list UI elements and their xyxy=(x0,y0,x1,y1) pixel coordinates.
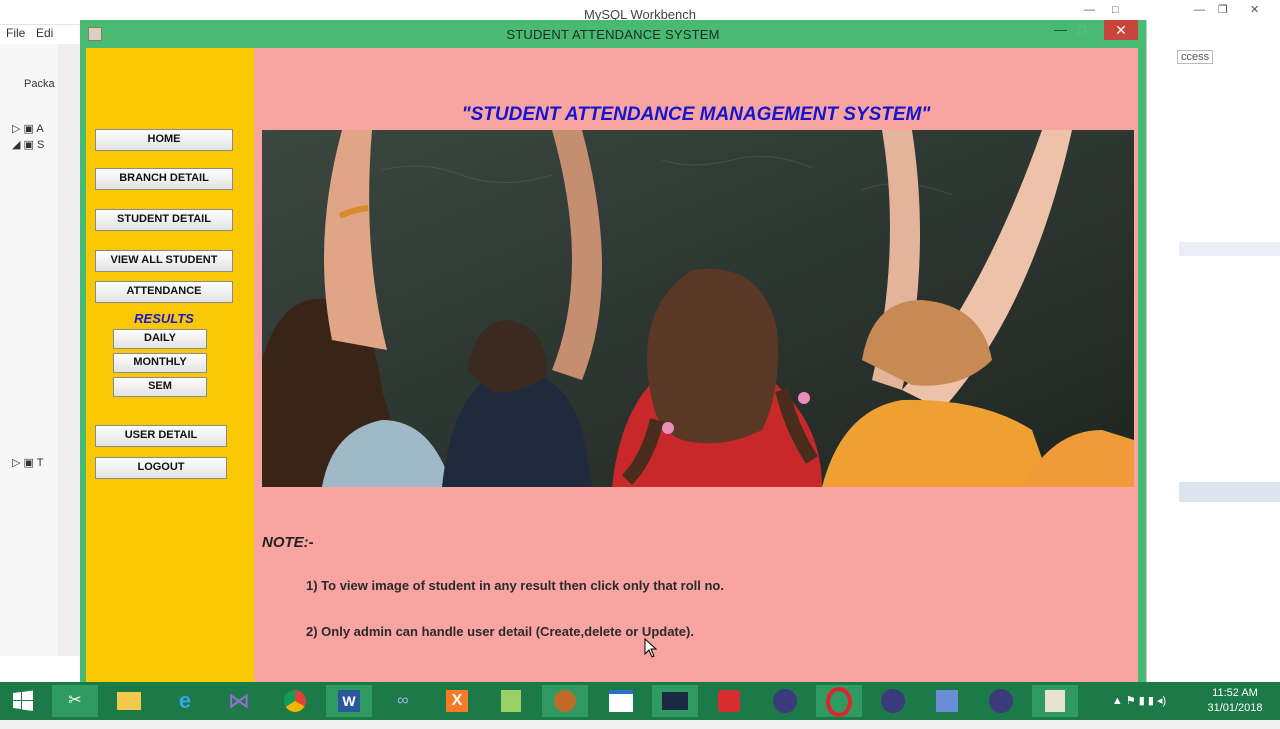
clock-date: 31/01/2018 xyxy=(1207,702,1263,714)
opera-icon[interactable] xyxy=(816,685,862,717)
package-explorer-label[interactable]: Packa xyxy=(24,78,55,90)
java-icon[interactable] xyxy=(1032,685,1078,717)
xampp-icon[interactable]: X xyxy=(434,685,480,717)
snipping-tool-icon[interactable]: ✂ xyxy=(52,685,98,717)
system-clock[interactable]: 11:52 AM 31/01/2018 xyxy=(1200,686,1270,716)
word-icon[interactable]: W xyxy=(326,685,372,717)
panel-strip xyxy=(1179,242,1280,256)
windows-start-icon[interactable] xyxy=(0,685,46,717)
close-button[interactable]: ✕ xyxy=(1104,20,1138,40)
eclipse-icon[interactable] xyxy=(762,685,808,717)
user-detail-button[interactable]: USER DETAIL xyxy=(95,425,227,447)
pen-icon[interactable] xyxy=(706,685,752,717)
eclipse-icon-2[interactable] xyxy=(870,685,916,717)
tree-item[interactable]: ▷ ▣ T xyxy=(12,456,44,469)
menu-edit[interactable]: Edi xyxy=(36,26,53,40)
view-all-student-button[interactable]: VIEW ALL STUDENT xyxy=(95,250,233,272)
student-detail-button[interactable]: STUDENT DETAIL xyxy=(95,209,233,231)
ide-minimize-button[interactable]: — xyxy=(1194,4,1205,16)
minimize-button[interactable]: — xyxy=(1054,22,1067,42)
note-line-2: 2) Only admin can handle user detail (Cr… xyxy=(306,624,694,639)
panel-strip xyxy=(1179,482,1280,502)
tree-item[interactable]: ▷ ▣ A xyxy=(12,122,44,135)
visual-studio-icon[interactable]: ⋈ xyxy=(216,685,262,717)
mouse-cursor-icon xyxy=(644,638,658,658)
logout-button[interactable]: LOGOUT xyxy=(95,457,227,479)
internet-explorer-icon[interactable]: e xyxy=(162,685,208,717)
daily-result-button[interactable]: DAILY xyxy=(113,329,207,349)
attendance-button[interactable]: ATTENDANCE xyxy=(95,281,233,303)
app-titlebar: STUDENT ATTENDANCE SYSTEM — □ ✕ xyxy=(80,20,1146,48)
eclipse-icon-3[interactable] xyxy=(978,685,1024,717)
branch-detail-button[interactable]: BRANCH DETAIL xyxy=(95,168,233,190)
link-icon[interactable]: ∞ xyxy=(380,685,426,717)
menu-file[interactable]: File xyxy=(6,26,25,40)
background-right-panel: ccess xyxy=(1146,20,1280,682)
file-explorer-icon[interactable] xyxy=(106,685,152,717)
background-maximize-button[interactable]: □ xyxy=(1112,4,1119,16)
app-window-title: STUDENT ATTENDANCE SYSTEM xyxy=(506,27,720,42)
monthly-result-button[interactable]: MONTHLY xyxy=(113,353,207,373)
package-explorer-panel: Packa ▷ ▣ A ◢ ▣ S ▷ ▣ T xyxy=(0,44,59,656)
ide-restore-button[interactable]: ❐ xyxy=(1218,3,1228,16)
app-window: STUDENT ATTENDANCE SYSTEM — □ ✕ HOME BRA… xyxy=(80,20,1146,682)
results-label: RESULTS xyxy=(134,311,194,326)
background-minimize-button[interactable]: — xyxy=(1084,4,1095,16)
ide-close-button[interactable]: ✕ xyxy=(1250,3,1259,16)
classroom-photo xyxy=(262,130,1134,487)
quick-access-field[interactable]: ccess xyxy=(1177,50,1214,64)
tools-icon[interactable] xyxy=(924,685,970,717)
page-title: "STUDENT ATTENDANCE MANAGEMENT SYSTEM" xyxy=(461,104,931,125)
chrome-icon[interactable] xyxy=(272,685,318,717)
background-menu-bar: File Edi xyxy=(0,24,80,44)
taskbar: ✂ e ⋈ W ∞ X ▲ ⚑ ▮ ▮ ◂) xyxy=(0,682,1280,720)
mysql-icon[interactable] xyxy=(652,685,698,717)
clock-time: 11:52 AM xyxy=(1212,687,1258,699)
sidebar: HOME BRANCH DETAIL STUDENT DETAIL VIEW A… xyxy=(86,48,254,682)
background-side-gutter xyxy=(58,44,80,656)
note-title: NOTE:- xyxy=(262,534,314,551)
main-content: "STUDENT ATTENDANCE MANAGEMENT SYSTEM" N… xyxy=(254,48,1138,682)
android-studio-icon[interactable] xyxy=(542,685,588,717)
tree-item[interactable]: ◢ ▣ S xyxy=(12,138,44,151)
system-tray[interactable]: ▲ ⚑ ▮ ▮ ◂) xyxy=(1084,685,1194,717)
window-icon[interactable] xyxy=(598,685,644,717)
notepad-plus-icon[interactable] xyxy=(488,685,534,717)
maximize-button[interactable]: □ xyxy=(1078,22,1086,42)
window-right-border xyxy=(1138,48,1146,682)
note-line-1: 1) To view image of student in any resul… xyxy=(306,578,724,593)
home-button[interactable]: HOME xyxy=(95,129,233,151)
sem-result-button[interactable]: SEM xyxy=(113,377,207,397)
